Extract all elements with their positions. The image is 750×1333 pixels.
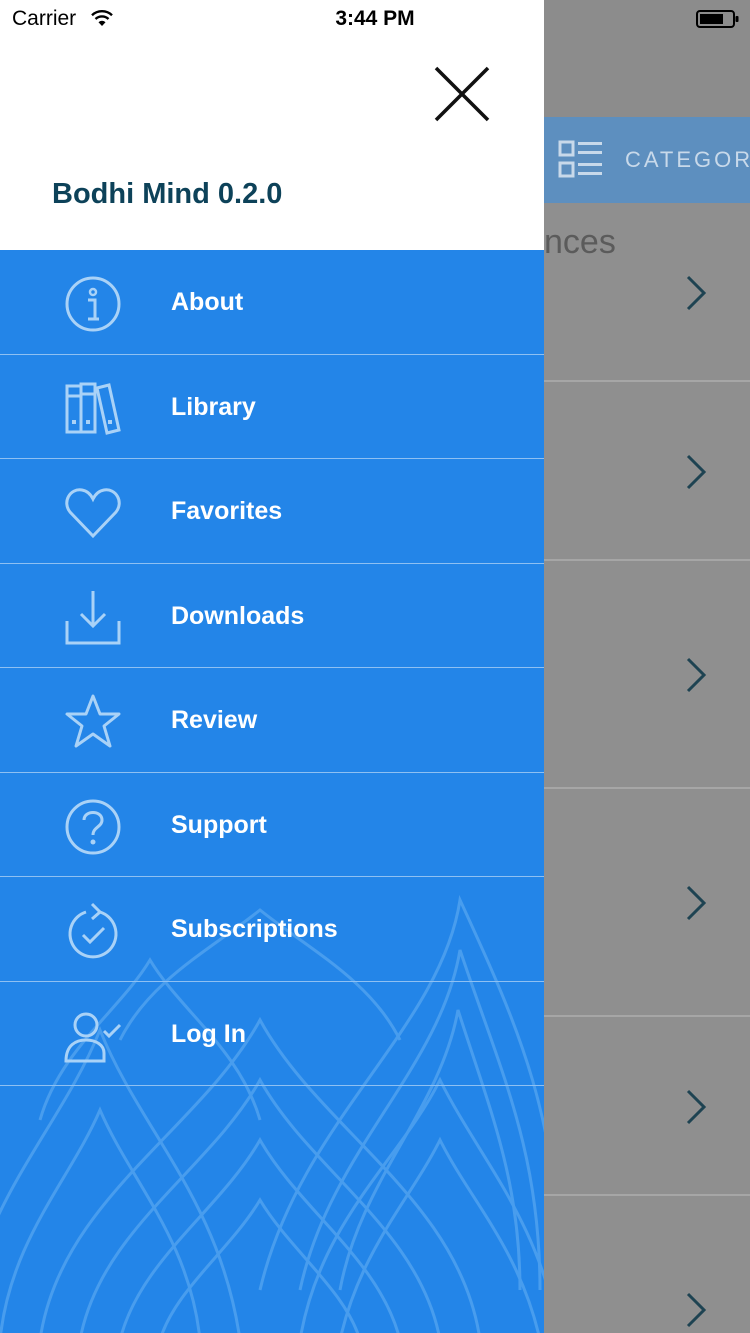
background-category-tab[interactable]: CATEGORI <box>544 117 750 203</box>
menu-item-favorites[interactable]: Favorites <box>0 459 544 564</box>
drawer-menu: About Library Favorites Downloads Review… <box>0 250 544 1086</box>
list-item[interactable]: nces <box>544 203 750 382</box>
list-item[interactable] <box>544 789 750 1017</box>
category-list-icon <box>558 140 602 178</box>
chevron-right-icon <box>686 1089 707 1125</box>
help-icon <box>65 799 121 854</box>
app-version-title: Bodhi Mind 0.2.0 <box>52 178 283 210</box>
heart-icon <box>65 488 121 539</box>
battery-icon <box>696 10 739 28</box>
download-icon <box>65 590 121 644</box>
list-item[interactable] <box>544 561 750 789</box>
status-bar: Carrier 3:44 PM <box>0 0 750 40</box>
menu-item-label: Library <box>171 392 256 421</box>
side-drawer: Bodhi Mind 0.2.0 About Library Favorites… <box>0 0 544 1333</box>
info-icon <box>65 276 121 332</box>
chevron-right-icon <box>686 454 707 490</box>
subscription-renew-icon <box>68 902 118 959</box>
menu-item-review[interactable]: Review <box>0 668 544 773</box>
menu-item-log-in[interactable]: Log In <box>0 982 544 1086</box>
close-icon[interactable] <box>426 58 498 130</box>
row-title: nces <box>544 223 616 261</box>
library-books-icon <box>65 382 121 435</box>
menu-item-label: Support <box>171 810 267 839</box>
star-icon <box>65 694 121 748</box>
menu-item-label: Log In <box>171 1019 246 1048</box>
chevron-right-icon <box>686 885 707 921</box>
menu-item-downloads[interactable]: Downloads <box>0 564 544 668</box>
menu-item-subscriptions[interactable]: Subscriptions <box>0 877 544 982</box>
menu-item-support[interactable]: Support <box>0 773 544 877</box>
list-item[interactable] <box>544 1196 750 1333</box>
status-time: 3:44 PM <box>335 7 415 30</box>
chevron-right-icon <box>686 657 707 693</box>
chevron-right-icon <box>686 1292 707 1328</box>
menu-item-label: Subscriptions <box>171 915 338 943</box>
list-item[interactable] <box>544 1017 750 1196</box>
menu-item-about[interactable]: About <box>0 250 544 355</box>
chevron-right-icon <box>686 275 707 311</box>
category-tab-label: CATEGORI <box>625 147 750 172</box>
user-check-icon <box>64 1012 122 1062</box>
menu-item-library[interactable]: Library <box>0 355 544 459</box>
menu-item-label: Favorites <box>171 497 283 525</box>
list-item[interactable] <box>544 382 750 561</box>
menu-item-label: Review <box>171 706 258 734</box>
menu-item-label: Downloads <box>171 601 305 630</box>
menu-item-label: About <box>171 288 244 316</box>
